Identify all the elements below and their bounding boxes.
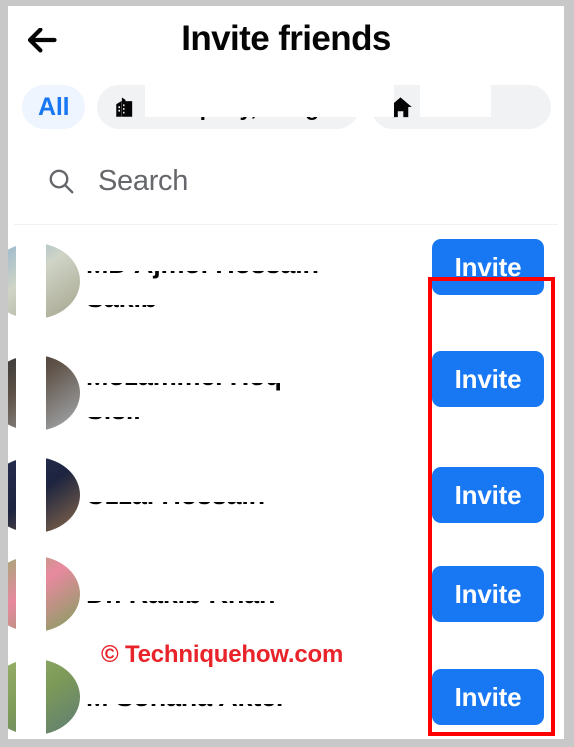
filter-chip-company-label: Company, Bangladesh xyxy=(145,82,394,120)
search-input[interactable]: Search xyxy=(98,165,188,198)
invite-button[interactable]: Invite xyxy=(432,669,544,725)
friend-name: Dr. Rakib Khan xyxy=(86,577,432,611)
search-bar[interactable]: Search xyxy=(8,138,564,224)
table-row[interactable]: Dr. Rakib Khan Invite xyxy=(8,541,564,647)
filter-chip-row[interactable]: All Company, Bangladesh Home xyxy=(8,76,564,138)
friend-name-line-1: MD Ajmol Hossain xyxy=(86,247,422,281)
page-title: Invite friends xyxy=(181,19,391,58)
friend-name-line-2: Sisir xyxy=(86,393,422,427)
avatar xyxy=(8,451,80,539)
screenshot-root: Invite friends All Company, Bangladesh H… xyxy=(0,0,574,747)
invite-button[interactable]: Invite xyxy=(432,239,544,295)
friend-name: Mozammel Hoq Sisir xyxy=(86,359,432,427)
avatar xyxy=(8,550,80,638)
friend-name: Uzzal Hossain xyxy=(86,478,432,512)
app-header: Invite friends xyxy=(8,6,564,76)
building-icon xyxy=(113,94,139,120)
filter-chip-all[interactable]: All xyxy=(22,85,86,129)
filter-chip-company[interactable]: Company, Bangladesh xyxy=(97,82,394,129)
avatar xyxy=(8,653,80,739)
invite-button[interactable]: Invite xyxy=(432,467,544,523)
watermark: © Techniquehow.com xyxy=(101,641,344,668)
friend-name: M Sohana Akter xyxy=(86,680,432,714)
friend-name-line-1: Uzzal Hossain xyxy=(86,478,422,512)
friend-name: MD Ajmol Hossain Sakib xyxy=(86,247,432,315)
filter-chip-home[interactable]: Home xyxy=(371,82,552,129)
friend-name-line-1: Mozammel Hoq xyxy=(86,359,422,393)
phone-screen: Invite friends All Company, Bangladesh H… xyxy=(8,6,564,739)
avatar xyxy=(8,237,80,325)
friend-name-line-2: Sakib xyxy=(86,281,422,315)
filter-chip-all-label: All xyxy=(38,92,70,121)
friend-name-line-1: Dr. Rakib Khan xyxy=(86,577,422,611)
table-row[interactable]: Mozammel Hoq Sisir Invite xyxy=(8,337,564,449)
filter-chip-home-label: Home xyxy=(420,82,491,120)
invite-button[interactable]: Invite xyxy=(432,566,544,622)
search-icon xyxy=(46,166,76,196)
table-row[interactable]: MD Ajmol Hossain Sakib Invite xyxy=(8,225,564,337)
friend-name-line-1: M Sohana Akter xyxy=(86,680,422,714)
table-row[interactable]: Uzzal Hossain Invite xyxy=(8,449,564,541)
invite-button[interactable]: Invite xyxy=(432,351,544,407)
avatar xyxy=(8,349,80,437)
